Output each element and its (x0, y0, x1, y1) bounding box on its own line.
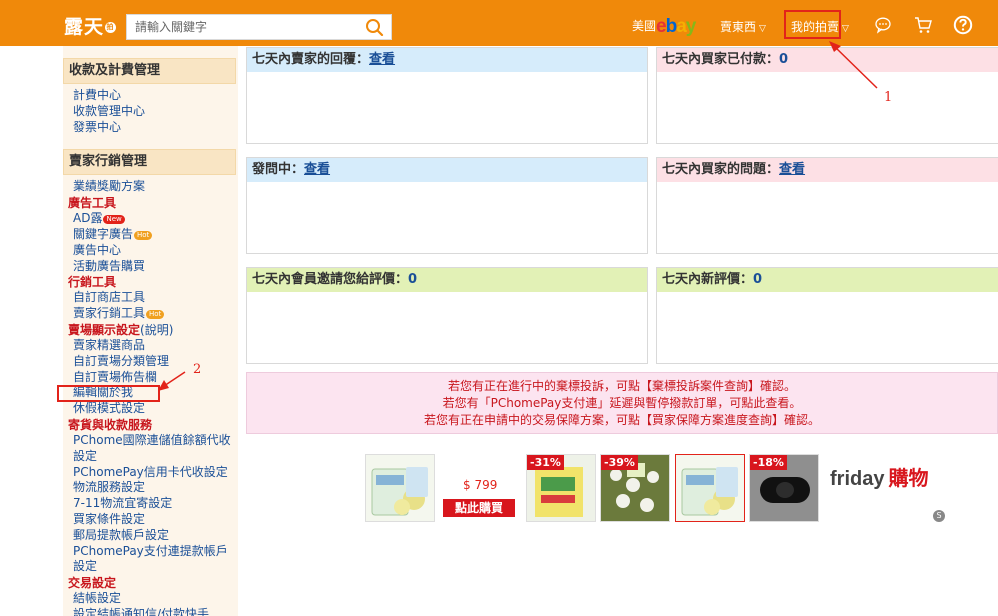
annotation-label-1: 1 (884, 90, 893, 105)
discount-badge: -31% (527, 455, 564, 470)
discount-badge: -39% (601, 455, 638, 470)
annotation-arrows (158, 41, 878, 391)
annotation-label-2: 2 (193, 362, 202, 377)
discount-badge: -18% (750, 455, 787, 470)
